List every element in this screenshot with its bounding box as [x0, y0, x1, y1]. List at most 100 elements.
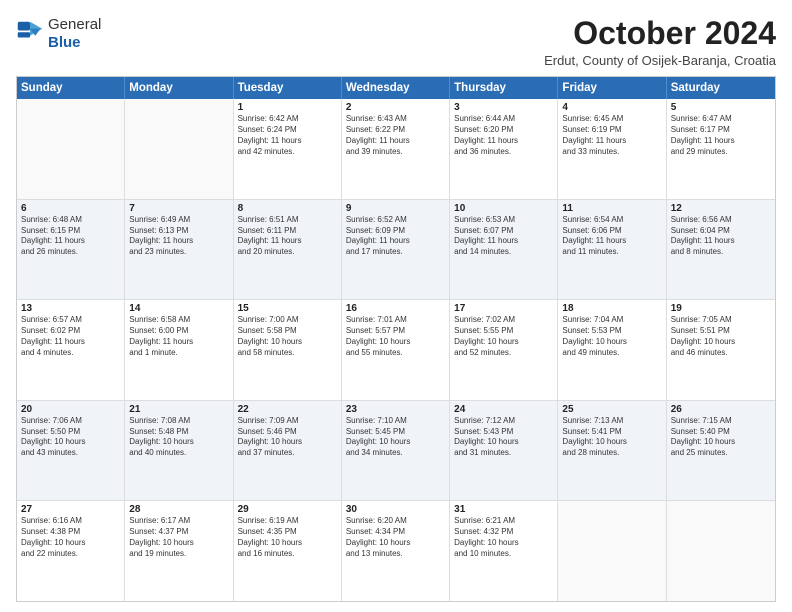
day-number-31: 31	[454, 504, 553, 515]
day-number-11: 11	[562, 203, 661, 214]
header-day-tuesday: Tuesday	[234, 77, 342, 99]
day-cell-2: 2Sunrise: 6:43 AMSunset: 6:22 PMDaylight…	[342, 99, 450, 199]
day-number-22: 22	[238, 404, 337, 415]
day-cell-25: 25Sunrise: 7:13 AMSunset: 5:41 PMDayligh…	[558, 401, 666, 501]
day-number-6: 6	[21, 203, 120, 214]
day-info-28: Sunrise: 6:17 AMSunset: 4:37 PMDaylight:…	[129, 516, 228, 559]
day-info-6: Sunrise: 6:48 AMSunset: 6:15 PMDaylight:…	[21, 215, 120, 258]
day-number-3: 3	[454, 102, 553, 113]
calendar-week-3: 13Sunrise: 6:57 AMSunset: 6:02 PMDayligh…	[17, 299, 775, 400]
day-number-17: 17	[454, 303, 553, 314]
calendar-week-5: 27Sunrise: 6:16 AMSunset: 4:38 PMDayligh…	[17, 500, 775, 601]
day-cell-8: 8Sunrise: 6:51 AMSunset: 6:11 PMDaylight…	[234, 200, 342, 300]
day-cell-20: 20Sunrise: 7:06 AMSunset: 5:50 PMDayligh…	[17, 401, 125, 501]
day-cell-23: 23Sunrise: 7:10 AMSunset: 5:45 PMDayligh…	[342, 401, 450, 501]
day-info-11: Sunrise: 6:54 AMSunset: 6:06 PMDaylight:…	[562, 215, 661, 258]
day-info-8: Sunrise: 6:51 AMSunset: 6:11 PMDaylight:…	[238, 215, 337, 258]
calendar: SundayMondayTuesdayWednesdayThursdayFrid…	[16, 76, 776, 602]
empty-cell-w1-d2	[125, 99, 233, 199]
day-number-29: 29	[238, 504, 337, 515]
day-number-12: 12	[671, 203, 771, 214]
day-info-7: Sunrise: 6:49 AMSunset: 6:13 PMDaylight:…	[129, 215, 228, 258]
day-cell-17: 17Sunrise: 7:02 AMSunset: 5:55 PMDayligh…	[450, 300, 558, 400]
day-cell-14: 14Sunrise: 6:58 AMSunset: 6:00 PMDayligh…	[125, 300, 233, 400]
day-info-18: Sunrise: 7:04 AMSunset: 5:53 PMDaylight:…	[562, 315, 661, 358]
day-cell-16: 16Sunrise: 7:01 AMSunset: 5:57 PMDayligh…	[342, 300, 450, 400]
day-number-18: 18	[562, 303, 661, 314]
day-number-28: 28	[129, 504, 228, 515]
day-number-20: 20	[21, 404, 120, 415]
location: Erdut, County of Osijek-Baranja, Croatia	[544, 53, 776, 68]
page: General Blue October 2024 Erdut, County …	[0, 0, 792, 612]
day-info-13: Sunrise: 6:57 AMSunset: 6:02 PMDaylight:…	[21, 315, 120, 358]
day-cell-21: 21Sunrise: 7:08 AMSunset: 5:48 PMDayligh…	[125, 401, 233, 501]
day-info-19: Sunrise: 7:05 AMSunset: 5:51 PMDaylight:…	[671, 315, 771, 358]
day-info-10: Sunrise: 6:53 AMSunset: 6:07 PMDaylight:…	[454, 215, 553, 258]
header: General Blue October 2024 Erdut, County …	[16, 16, 776, 68]
day-cell-19: 19Sunrise: 7:05 AMSunset: 5:51 PMDayligh…	[667, 300, 775, 400]
header-day-wednesday: Wednesday	[342, 77, 450, 99]
day-number-13: 13	[21, 303, 120, 314]
day-info-23: Sunrise: 7:10 AMSunset: 5:45 PMDaylight:…	[346, 416, 445, 459]
calendar-body: 1Sunrise: 6:42 AMSunset: 6:24 PMDaylight…	[17, 99, 775, 601]
day-number-4: 4	[562, 102, 661, 113]
day-cell-29: 29Sunrise: 6:19 AMSunset: 4:35 PMDayligh…	[234, 501, 342, 601]
day-cell-11: 11Sunrise: 6:54 AMSunset: 6:06 PMDayligh…	[558, 200, 666, 300]
day-info-5: Sunrise: 6:47 AMSunset: 6:17 PMDaylight:…	[671, 114, 771, 157]
month-title: October 2024	[544, 16, 776, 51]
day-number-27: 27	[21, 504, 120, 515]
calendar-week-1: 1Sunrise: 6:42 AMSunset: 6:24 PMDaylight…	[17, 99, 775, 199]
day-number-30: 30	[346, 504, 445, 515]
day-info-15: Sunrise: 7:00 AMSunset: 5:58 PMDaylight:…	[238, 315, 337, 358]
calendar-week-4: 20Sunrise: 7:06 AMSunset: 5:50 PMDayligh…	[17, 400, 775, 501]
day-number-19: 19	[671, 303, 771, 314]
day-info-20: Sunrise: 7:06 AMSunset: 5:50 PMDaylight:…	[21, 416, 120, 459]
day-cell-6: 6Sunrise: 6:48 AMSunset: 6:15 PMDaylight…	[17, 200, 125, 300]
day-cell-5: 5Sunrise: 6:47 AMSunset: 6:17 PMDaylight…	[667, 99, 775, 199]
logo-text: General Blue	[48, 16, 101, 52]
day-number-7: 7	[129, 203, 228, 214]
day-cell-7: 7Sunrise: 6:49 AMSunset: 6:13 PMDaylight…	[125, 200, 233, 300]
day-info-27: Sunrise: 6:16 AMSunset: 4:38 PMDaylight:…	[21, 516, 120, 559]
day-info-31: Sunrise: 6:21 AMSunset: 4:32 PMDaylight:…	[454, 516, 553, 559]
day-number-15: 15	[238, 303, 337, 314]
day-cell-18: 18Sunrise: 7:04 AMSunset: 5:53 PMDayligh…	[558, 300, 666, 400]
day-number-1: 1	[238, 102, 337, 113]
empty-cell-w5-d7	[667, 501, 775, 601]
header-day-thursday: Thursday	[450, 77, 558, 99]
day-info-12: Sunrise: 6:56 AMSunset: 6:04 PMDaylight:…	[671, 215, 771, 258]
day-number-24: 24	[454, 404, 553, 415]
day-cell-15: 15Sunrise: 7:00 AMSunset: 5:58 PMDayligh…	[234, 300, 342, 400]
day-cell-13: 13Sunrise: 6:57 AMSunset: 6:02 PMDayligh…	[17, 300, 125, 400]
day-cell-22: 22Sunrise: 7:09 AMSunset: 5:46 PMDayligh…	[234, 401, 342, 501]
header-day-saturday: Saturday	[667, 77, 775, 99]
day-info-30: Sunrise: 6:20 AMSunset: 4:34 PMDaylight:…	[346, 516, 445, 559]
day-cell-30: 30Sunrise: 6:20 AMSunset: 4:34 PMDayligh…	[342, 501, 450, 601]
day-number-8: 8	[238, 203, 337, 214]
day-number-9: 9	[346, 203, 445, 214]
day-cell-27: 27Sunrise: 6:16 AMSunset: 4:38 PMDayligh…	[17, 501, 125, 601]
day-info-1: Sunrise: 6:42 AMSunset: 6:24 PMDaylight:…	[238, 114, 337, 157]
header-day-sunday: Sunday	[17, 77, 125, 99]
day-cell-3: 3Sunrise: 6:44 AMSunset: 6:20 PMDaylight…	[450, 99, 558, 199]
day-info-21: Sunrise: 7:08 AMSunset: 5:48 PMDaylight:…	[129, 416, 228, 459]
day-info-14: Sunrise: 6:58 AMSunset: 6:00 PMDaylight:…	[129, 315, 228, 358]
day-info-4: Sunrise: 6:45 AMSunset: 6:19 PMDaylight:…	[562, 114, 661, 157]
day-cell-24: 24Sunrise: 7:12 AMSunset: 5:43 PMDayligh…	[450, 401, 558, 501]
day-cell-4: 4Sunrise: 6:45 AMSunset: 6:19 PMDaylight…	[558, 99, 666, 199]
empty-cell-w5-d6	[558, 501, 666, 601]
logo: General Blue	[16, 16, 101, 52]
header-day-friday: Friday	[558, 77, 666, 99]
day-info-3: Sunrise: 6:44 AMSunset: 6:20 PMDaylight:…	[454, 114, 553, 157]
day-cell-9: 9Sunrise: 6:52 AMSunset: 6:09 PMDaylight…	[342, 200, 450, 300]
day-number-23: 23	[346, 404, 445, 415]
day-cell-26: 26Sunrise: 7:15 AMSunset: 5:40 PMDayligh…	[667, 401, 775, 501]
day-info-24: Sunrise: 7:12 AMSunset: 5:43 PMDaylight:…	[454, 416, 553, 459]
day-cell-1: 1Sunrise: 6:42 AMSunset: 6:24 PMDaylight…	[234, 99, 342, 199]
generalblue-logo-icon	[16, 20, 44, 48]
day-number-25: 25	[562, 404, 661, 415]
day-cell-10: 10Sunrise: 6:53 AMSunset: 6:07 PMDayligh…	[450, 200, 558, 300]
day-cell-31: 31Sunrise: 6:21 AMSunset: 4:32 PMDayligh…	[450, 501, 558, 601]
day-cell-28: 28Sunrise: 6:17 AMSunset: 4:37 PMDayligh…	[125, 501, 233, 601]
logo-blue: Blue	[48, 34, 101, 52]
